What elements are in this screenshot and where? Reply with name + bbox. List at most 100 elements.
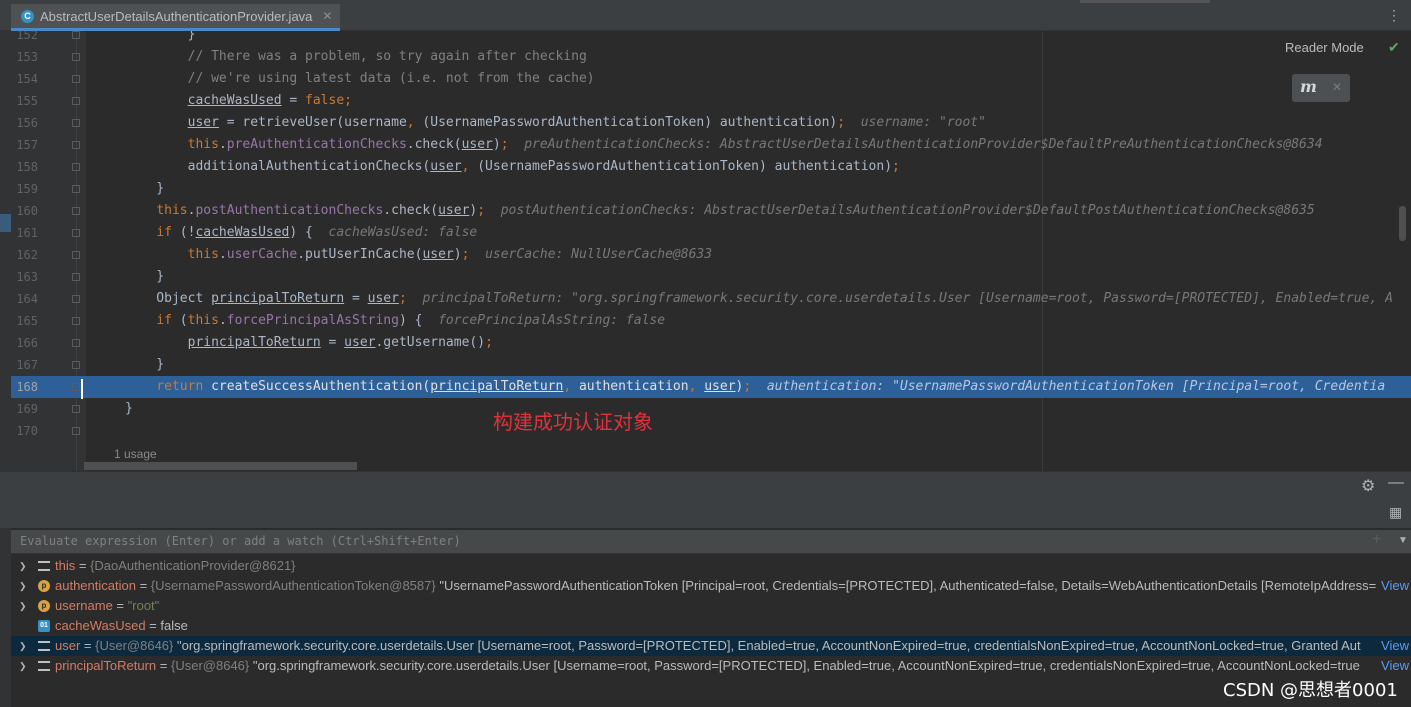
line-number[interactable]: 170 — [11, 420, 38, 442]
chevron-right-icon[interactable]: ❯ — [19, 576, 27, 596]
code-line[interactable]: 163 } — [11, 266, 1411, 288]
code-text[interactable]: additionalAuthenticationChecks(user, (Us… — [125, 156, 900, 178]
code-editor[interactable]: 152 } 153 // There was a problem, so try … — [0, 31, 1411, 471]
line-number[interactable]: 157 — [11, 134, 38, 156]
fold-marker-icon[interactable] — [72, 97, 80, 105]
chevron-right-icon[interactable]: ❯ — [19, 656, 27, 676]
view-link[interactable]: View — [1377, 656, 1409, 676]
code-line[interactable]: 169} — [11, 398, 1411, 420]
code-text[interactable]: if (!cacheWasUsed) { cacheWasUsed: false — [125, 222, 477, 244]
line-number[interactable]: 153 — [11, 46, 38, 68]
code-line[interactable]: 161 if (!cacheWasUsed) { cacheWasUsed: f… — [11, 222, 1411, 244]
usage-hint[interactable]: 1 usage — [114, 447, 157, 461]
variable-row-user[interactable]: ❯ user = {User@8646} "org.springframework… — [11, 636, 1411, 656]
code-text[interactable]: if (this.forcePrincipalAsString) { force… — [125, 310, 665, 332]
line-number[interactable]: 168 — [11, 376, 38, 398]
view-link[interactable]: View — [1377, 576, 1409, 596]
horizontal-scrollbar[interactable] — [84, 462, 357, 470]
fold-marker-icon[interactable] — [72, 295, 80, 303]
variable-row-username[interactable]: ❯ p username = "root" — [11, 596, 1411, 616]
fold-marker-icon[interactable] — [72, 427, 80, 435]
chevron-right-icon[interactable]: ❯ — [19, 636, 27, 656]
variable-row-principalToReturn[interactable]: ❯ principalToReturn = {User@8646} "org.sp… — [11, 656, 1411, 676]
evaluate-expression-input[interactable]: Evaluate expression (Enter) or add a wat… — [11, 530, 1411, 554]
line-number[interactable]: 159 — [11, 178, 38, 200]
fold-marker-icon[interactable] — [72, 251, 80, 259]
code-text[interactable]: user = retrieveUser(username, (UsernameP… — [125, 112, 986, 134]
fold-marker-icon[interactable] — [72, 119, 80, 127]
line-number[interactable]: 167 — [11, 354, 38, 376]
variable-text[interactable]: username = "root" — [55, 596, 159, 616]
minimize-icon[interactable]: — — [1388, 474, 1404, 492]
code-line[interactable]: 165 if (this.forcePrincipalAsString) { f… — [11, 310, 1411, 332]
inspection-ok-icon[interactable]: ✔ — [1388, 39, 1400, 56]
code-line[interactable]: 166 principalToReturn = user.getUsername… — [11, 332, 1411, 354]
close-icon[interactable]: ✕ — [1332, 80, 1342, 94]
layout-settings-icon[interactable]: ▦ — [1389, 504, 1402, 521]
more-options-icon[interactable]: ⋮ — [1387, 7, 1401, 24]
add-watch-icon[interactable]: + — [1372, 531, 1381, 549]
code-text[interactable]: // we're using latest data (i.e. not fro… — [125, 68, 595, 90]
fold-marker-icon[interactable] — [72, 207, 80, 215]
fold-marker-icon[interactable] — [72, 317, 80, 325]
variable-text[interactable]: this = {DaoAuthenticationProvider@8621} — [55, 556, 296, 576]
gear-icon[interactable]: ⚙ — [1361, 476, 1375, 496]
fold-marker-icon[interactable] — [72, 31, 80, 39]
line-number[interactable]: 152 — [11, 31, 38, 46]
code-text[interactable]: } — [125, 398, 133, 420]
fold-marker-icon[interactable] — [72, 273, 80, 281]
line-number[interactable]: 162 — [11, 244, 38, 266]
line-number[interactable]: 166 — [11, 332, 38, 354]
tab-abstract-user-details-authentication-provider[interactable]: C AbstractUserDetailsAuthenticationProvi… — [11, 4, 341, 31]
maven-icon[interactable]: m — [1300, 77, 1317, 96]
line-number[interactable]: 161 — [11, 222, 38, 244]
close-icon[interactable]: ✕ — [322, 9, 332, 23]
line-number[interactable]: 169 — [11, 398, 38, 420]
line-number[interactable]: 165 — [11, 310, 38, 332]
fold-marker-icon[interactable] — [72, 141, 80, 149]
fold-marker-icon[interactable] — [72, 53, 80, 61]
fold-marker-icon[interactable] — [72, 229, 80, 237]
variable-row-this[interactable]: ❯ this = {DaoAuthenticationProvider@8621} — [11, 556, 1411, 576]
maven-reload-popup[interactable]: m ✕ — [1292, 74, 1350, 102]
fold-marker-icon[interactable] — [72, 383, 80, 391]
code-line[interactable]: 157 this.preAuthenticationChecks.check(u… — [11, 134, 1411, 156]
code-line[interactable]: 156 user = retrieveUser(username, (Usern… — [11, 112, 1411, 134]
code-text[interactable]: this.preAuthenticationChecks.check(user)… — [125, 134, 1323, 156]
variable-text[interactable]: authentication = {UsernamePasswordAuthen… — [55, 576, 1376, 596]
line-number[interactable]: 156 — [11, 112, 38, 134]
variable-text[interactable]: cacheWasUsed = false — [55, 616, 188, 636]
chevron-right-icon[interactable]: ❯ — [19, 596, 27, 616]
variable-row-cacheWasUsed[interactable]: 01 cacheWasUsed = false — [11, 616, 1411, 636]
fold-marker-icon[interactable] — [72, 163, 80, 171]
variable-text[interactable]: user = {User@8646} "org.springframework.… — [55, 636, 1361, 656]
code-text[interactable]: // There was a problem, so try again aft… — [125, 46, 587, 68]
code-line[interactable]: 168 return createSuccessAuthentication(p… — [11, 376, 1411, 398]
code-line[interactable]: 159 } — [11, 178, 1411, 200]
code-text[interactable]: } — [125, 266, 164, 288]
code-text[interactable]: return createSuccessAuthentication(princ… — [125, 376, 1385, 398]
code-line[interactable]: 160 this.postAuthenticationChecks.check(… — [11, 200, 1411, 222]
variable-row-authentication[interactable]: ❯ p authentication = {UsernamePasswordAuth… — [11, 576, 1411, 596]
code-text[interactable]: } — [125, 31, 196, 46]
fold-marker-icon[interactable] — [72, 339, 80, 347]
code-text[interactable]: } — [125, 178, 164, 200]
code-line[interactable]: 153 // There was a problem, so try again… — [11, 46, 1411, 68]
code-line[interactable]: 167 } — [11, 354, 1411, 376]
chevron-down-icon[interactable]: ▼ — [1398, 535, 1408, 546]
code-line[interactable]: 170 — [11, 420, 1411, 442]
code-text[interactable]: this.userCache.putUserInCache(user); use… — [125, 244, 712, 266]
code-line[interactable]: 154 // we're using latest data (i.e. not… — [11, 68, 1411, 90]
code-line[interactable]: 162 this.userCache.putUserInCache(user);… — [11, 244, 1411, 266]
code-line[interactable]: 155 cacheWasUsed = false; — [11, 90, 1411, 112]
variable-text[interactable]: principalToReturn = {User@8646} "org.spr… — [55, 656, 1360, 676]
reader-mode-toggle[interactable]: Reader Mode — [1285, 40, 1364, 55]
line-number[interactable]: 164 — [11, 288, 38, 310]
line-number[interactable]: 160 — [11, 200, 38, 222]
code-text[interactable]: Object principalToReturn = user; princip… — [125, 288, 1393, 310]
line-number[interactable]: 155 — [11, 90, 38, 112]
code-text[interactable]: principalToReturn = user.getUsername(); — [125, 332, 493, 354]
code-line[interactable]: 158 additionalAuthenticationChecks(user,… — [11, 156, 1411, 178]
fold-marker-icon[interactable] — [72, 185, 80, 193]
code-line[interactable]: 164 Object principalToReturn = user; pri… — [11, 288, 1411, 310]
